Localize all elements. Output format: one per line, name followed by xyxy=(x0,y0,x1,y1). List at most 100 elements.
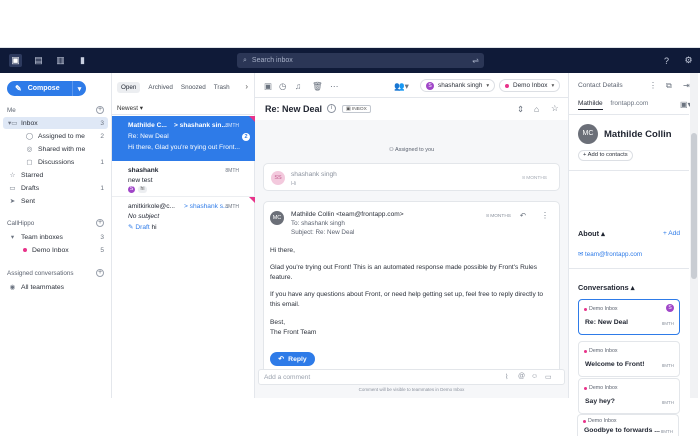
message-paragraph: Glad you're trying out Front! This is an… xyxy=(270,264,538,281)
conv-time: 8MTH xyxy=(225,168,239,174)
calendar-icon[interactable]: ▤ xyxy=(32,54,45,67)
sort-dropdown[interactable]: Newest ▾ xyxy=(117,105,143,112)
info-icon[interactable]: i xyxy=(327,104,336,113)
more-icon[interactable]: ⋮ xyxy=(649,81,657,90)
expand-icon[interactable]: ⇕ xyxy=(517,104,524,115)
conv-subject: Re: New Deal xyxy=(128,133,169,140)
sidebar-item-assigned-to-me[interactable]: ◯ Assigned to me 2 xyxy=(3,130,108,142)
add-icon[interactable]: + xyxy=(96,106,104,114)
add-to-contacts-button[interactable]: + Add to contacts xyxy=(578,150,633,161)
conversation-card[interactable]: Demo Inbox S Re: New Deal 8MTH xyxy=(578,299,680,335)
emoji-icon[interactable]: ☺ xyxy=(531,373,538,380)
conversation-card[interactable]: Demo Inbox Welcome to Front! 8MTH xyxy=(578,341,680,377)
contacts-icon[interactable]: ▥ xyxy=(54,54,67,67)
inbox-dropdown[interactable]: Demo Inbox ▾ xyxy=(499,79,561,92)
star-icon[interactable]: ☆ xyxy=(551,103,559,114)
conversation-card[interactable]: Demo Inbox Goodbye to forwards ... 8MTH xyxy=(577,414,679,436)
divider xyxy=(112,114,255,115)
team-icon: ◉ xyxy=(9,284,16,291)
search-placeholder: Search inbox xyxy=(251,57,293,64)
filter-icon[interactable]: ⇌ xyxy=(472,56,479,65)
tab-open[interactable]: Open xyxy=(117,81,141,93)
sidebar-item-starred[interactable]: ☆ Starred xyxy=(3,169,108,181)
sidebar-item-label: Starred xyxy=(21,171,44,179)
sidebar-item-drafts[interactable]: ▭ Drafts 1 xyxy=(3,182,108,194)
collapse-icon[interactable]: ⇥ xyxy=(683,81,690,90)
divider xyxy=(569,170,689,171)
card-title: Re: New Deal xyxy=(585,319,629,326)
sidebar-item-discussions[interactable]: ▢ Discussions 1 xyxy=(3,156,108,168)
chevron-right-icon[interactable]: › xyxy=(245,82,248,91)
attach-icon[interactable]: ⌇ xyxy=(505,373,508,381)
snooze-icon[interactable]: ◷ xyxy=(279,81,286,92)
tab-snoozed[interactable]: Snoozed xyxy=(181,84,206,91)
tab-trash[interactable]: Trash xyxy=(214,84,230,91)
sidebar-item-label: Team inboxes xyxy=(21,233,63,241)
conversation-list: Open Archived Snoozed Trash › Newest ▾ M… xyxy=(112,73,255,398)
sidebar: ✎ Compose ▾ Me + ▾▭ Inbox 3 ◯ Assigned t… xyxy=(0,73,112,398)
conv-to: > shashank s... xyxy=(184,203,229,210)
tab-company[interactable]: frontapp.com xyxy=(610,100,648,107)
unread-badge: 2 xyxy=(242,133,250,141)
reply-icon[interactable]: ↶ xyxy=(520,211,526,220)
sort-label: Newest xyxy=(117,105,138,112)
tab-contact[interactable]: Mathilde xyxy=(578,100,603,110)
assignee-dropdown[interactable]: S shashank singh ▾ xyxy=(420,79,496,92)
tab-archived[interactable]: Archived xyxy=(148,84,173,91)
conv-snippet: hi xyxy=(151,224,157,231)
list-item[interactable]: shashank 8MTH new test S hi xyxy=(112,161,255,196)
conv-snippet: Hi there, Glad you're trying out Front..… xyxy=(128,144,240,151)
sidebar-item-label: Drafts xyxy=(21,184,40,192)
mention-icon[interactable]: @ xyxy=(518,373,525,380)
sidebar-item-inbox[interactable]: ▾▭ Inbox 3 xyxy=(3,117,108,129)
card-inbox: Demo Inbox xyxy=(588,418,617,424)
comment-input[interactable]: Add a comment ⌇ @ ☺ ▭ xyxy=(258,369,565,385)
add-icon[interactable]: + xyxy=(96,269,104,277)
avatar: S xyxy=(666,304,674,312)
add-about-button[interactable]: + Add xyxy=(663,230,680,237)
conversation-toolbar: ▣ ◷ ♫ 🗑 ⋯ 👥▾ S shashank singh ▾ Demo Inb… xyxy=(255,73,568,98)
list-item[interactable]: amitkirkole@c... > shashank s... 8MTH No… xyxy=(112,197,255,235)
more-icon[interactable]: ⋮ xyxy=(541,211,549,220)
external-link-icon[interactable]: ⧉ xyxy=(666,81,672,91)
sidebar-item-demo-inbox[interactable]: Demo Inbox 5 xyxy=(3,244,108,256)
scrollbar-thumb[interactable] xyxy=(691,133,697,279)
card-inbox: Demo Inbox xyxy=(589,385,618,391)
sidebar-item-all-teammates[interactable]: ◉ All teammates xyxy=(3,281,108,293)
compose-button[interactable]: ✎ Compose ▾ xyxy=(7,81,86,96)
analytics-icon[interactable]: ▮ xyxy=(76,54,89,67)
sidebar-item-sent[interactable]: ➤ Sent xyxy=(3,195,108,207)
settings-icon[interactable]: ⚙ xyxy=(682,54,695,67)
more-icon[interactable]: ⋯ xyxy=(330,81,339,92)
conversation-view: ▣ ◷ ♫ 🗑 ⋯ 👥▾ S shashank singh ▾ Demo Inb… xyxy=(255,73,568,398)
add-icon[interactable]: + xyxy=(96,219,104,227)
message-time: 8 MONTHS xyxy=(522,176,547,181)
sidebar-item-label: All teammates xyxy=(21,283,65,291)
chevron-down-icon: ▾ xyxy=(551,82,555,89)
sidebar-item-shared-with-me[interactable]: ◎ Shared with me xyxy=(3,143,108,155)
inbox-icon: ▾▭ xyxy=(8,120,18,127)
chevron-down-icon[interactable]: ▾ xyxy=(72,81,86,96)
search-input[interactable]: ⌕ Search inbox ⇌ xyxy=(237,53,484,68)
help-icon[interactable]: ? xyxy=(660,54,673,67)
sidebar-item-team-inboxes[interactable]: ▾ Team inboxes 3 xyxy=(3,231,108,243)
inbox-icon[interactable]: ▣ xyxy=(9,54,22,67)
team-icon[interactable]: 👥▾ xyxy=(394,81,409,92)
archive-icon[interactable]: ▣ xyxy=(264,81,272,92)
contact-email[interactable]: ✉ team@frontapp.com xyxy=(578,251,642,258)
assignment-event: ⚇ Assigned to you xyxy=(388,147,435,153)
bell-icon[interactable]: ♫ xyxy=(295,81,301,91)
reply-button[interactable]: ↶ Reply xyxy=(270,352,315,366)
about-section-title[interactable]: About ▴ xyxy=(578,229,605,238)
message-greeting: Hi there, xyxy=(270,247,295,254)
gif-icon[interactable]: ▭ xyxy=(545,373,552,381)
list-item[interactable]: Mathilde C... > shashank sin... 8MTH Re:… xyxy=(112,116,255,161)
conversations-section-title[interactable]: Conversations ▴ xyxy=(578,283,634,292)
conv-subject: No subject xyxy=(128,213,160,220)
collapsed-message[interactable]: SS shashank singh Hi 8 MONTHS xyxy=(263,163,560,191)
trash-icon[interactable]: 🗑 xyxy=(312,81,323,92)
card-time: 8MTH xyxy=(661,363,674,368)
tag-icon[interactable]: ⌂ xyxy=(534,104,539,114)
card-time: 8MTH xyxy=(660,429,673,434)
conversation-card[interactable]: Demo Inbox Say hey? 8MTH xyxy=(578,378,680,414)
